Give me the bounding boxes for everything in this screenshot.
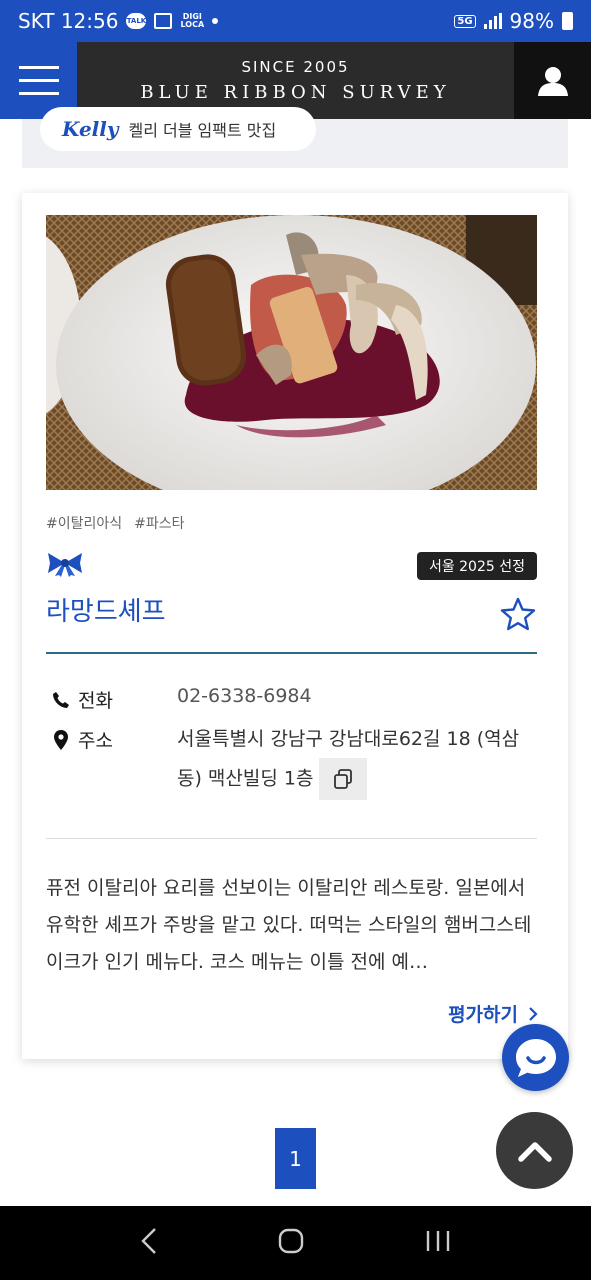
copy-icon: [334, 769, 353, 789]
kakaotalk-icon: TALK: [126, 13, 147, 29]
address-label: 주소: [78, 730, 113, 752]
promo-text: 켈리 더블 임팩트 맛집: [128, 121, 277, 140]
page-button-current[interactable]: 1: [275, 1128, 316, 1189]
blue-ribbon-icon: [46, 551, 84, 581]
chat-button[interactable]: [502, 1024, 569, 1091]
notification-dot-icon: [212, 18, 219, 24]
chevron-right-icon: [529, 1006, 538, 1021]
battery-percent: 98%: [509, 9, 554, 33]
back-button[interactable]: [140, 1227, 158, 1259]
digi-loca-icon: DIGI LOCA: [180, 12, 205, 29]
restaurant-card: #이탈리아식 #파스타 서울 2025 선정 라망드셰프 전화 02-6338-…: [22, 193, 568, 1059]
phone-number[interactable]: 02-6338-6984: [177, 677, 312, 715]
hamburger-icon: [18, 66, 59, 69]
recents-icon: [426, 1231, 450, 1251]
restaurant-photo[interactable]: [46, 215, 537, 490]
battery-icon: [562, 12, 573, 30]
network-5g-icon: 5G: [454, 14, 476, 28]
restaurant-description: 퓨전 이탈리아 요리를 선보이는 이탈리안 레스토랑. 일본에서 유학한 셰프가…: [46, 877, 532, 973]
chevron-up-icon: [517, 1141, 552, 1162]
scroll-top-button[interactable]: [496, 1112, 573, 1189]
divider: [46, 838, 537, 839]
promo-strip: Kelly 켈리 더블 임팩트 맛집: [22, 107, 568, 168]
home-button[interactable]: [277, 1227, 305, 1259]
signal-icon: [483, 13, 502, 29]
chat-icon: [515, 1038, 556, 1077]
recents-button[interactable]: [425, 1229, 451, 1257]
selection-badge: 서울 2025 선정: [416, 552, 537, 580]
address-row: 주소 서울특별시 강남구 강남대로62길 18 (역삼동) 맥산빌딩 1층: [52, 726, 537, 800]
user-button[interactable]: [514, 42, 591, 119]
rate-link-label: 평가하기: [448, 1004, 518, 1026]
map-pin-icon: [52, 729, 70, 750]
system-nav-bar: [0, 1206, 591, 1280]
favorite-button[interactable]: [500, 597, 536, 635]
copy-address-button[interactable]: [319, 758, 368, 800]
brand-since: SINCE 2005: [241, 58, 350, 76]
status-bar: SKT 12:56 TALK DIGI LOCA 5G 98%: [0, 0, 591, 42]
tag[interactable]: #이탈리아식: [46, 513, 122, 533]
back-icon: [141, 1228, 156, 1254]
phone-icon: [52, 691, 70, 709]
gallery-icon: [154, 13, 173, 29]
tag[interactable]: #파스타: [134, 513, 184, 533]
star-outline-icon: [500, 597, 536, 631]
tag-list: #이탈리아식 #파스타: [46, 513, 185, 533]
user-icon: [537, 66, 568, 96]
kelly-logo: Kelly: [62, 117, 119, 141]
divider: [46, 652, 537, 654]
phone-label: 전화: [78, 690, 113, 712]
rate-link[interactable]: 평가하기: [448, 1000, 538, 1027]
carrier-time: SKT 12:56: [18, 9, 119, 33]
promo-banner[interactable]: Kelly 켈리 더블 임팩트 맛집: [40, 107, 316, 151]
restaurant-name[interactable]: 라망드셰프: [46, 591, 166, 628]
phone-row: 전화 02-6338-6984: [52, 685, 312, 715]
home-icon: [279, 1228, 304, 1254]
brand-name: BLUE RIBBON SURVEY: [140, 82, 451, 103]
